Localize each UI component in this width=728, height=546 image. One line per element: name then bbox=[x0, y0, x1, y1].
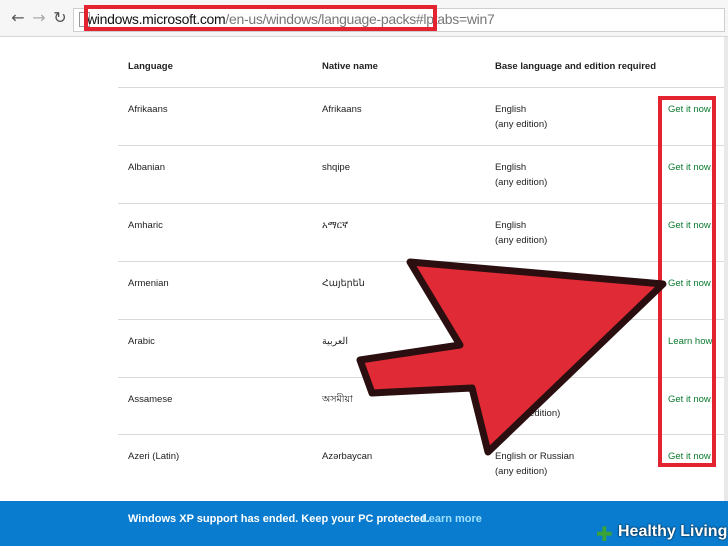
learn-more-link[interactable]: Learn more bbox=[422, 513, 482, 525]
watermark-text: Healthy Living bbox=[618, 523, 728, 540]
banner-text: Windows XP support has ended. Keep your … bbox=[128, 513, 430, 525]
plus-icon: ✚ bbox=[596, 522, 613, 546]
healthy-living-watermark: ✚ Healthy Living bbox=[596, 520, 728, 546]
annotation-arrow-icon bbox=[356, 258, 667, 456]
